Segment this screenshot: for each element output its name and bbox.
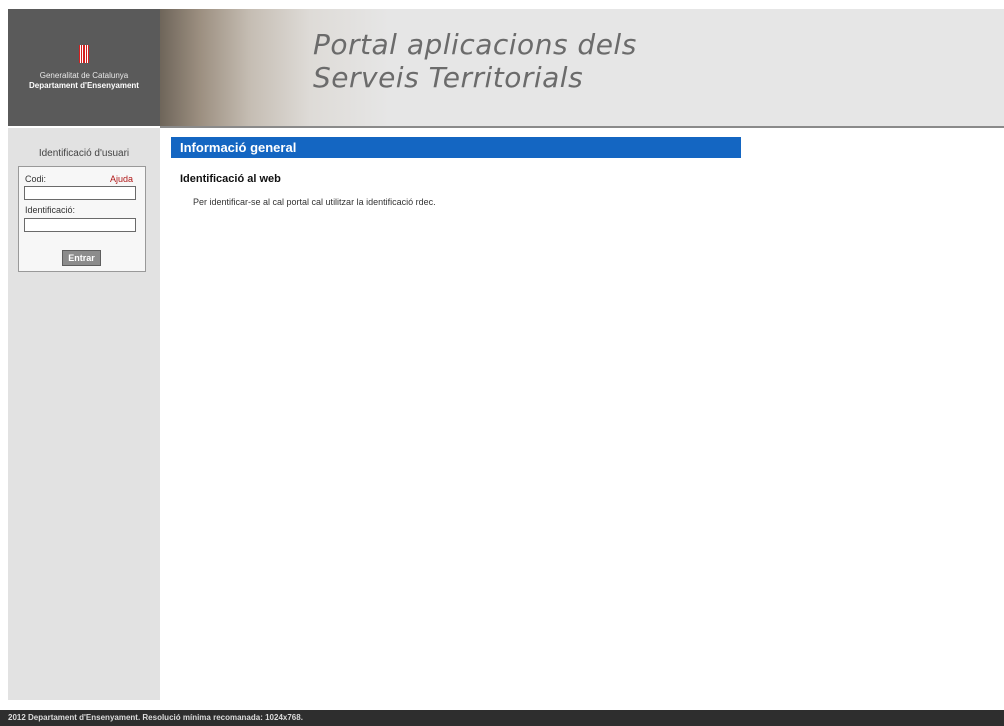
subheading: Identificació al web [180,173,281,185]
section-header: Informació general [171,137,741,158]
generalitat-logo[interactable]: Generalitat de Catalunya Departament d'E… [8,9,160,126]
portal-title-line2: Serveis Territorials [313,61,584,94]
portal-title-line1: Portal aplicacions dels [313,28,637,61]
code-label: Codi: [25,174,47,184]
section-title: Informació general [180,140,297,155]
footer: 2012 Departament d'Ensenyament. Resoluci… [0,710,1004,726]
header-divider [160,126,1004,128]
identification-label: Identificació: [25,205,76,215]
footer-text: 2012 Departament d'Ensenyament. Resoluci… [8,713,303,722]
help-link[interactable]: Ajuda [110,174,133,184]
info-text: Per identificar-se al cal portal cal uti… [193,197,436,207]
code-input[interactable] [24,186,136,200]
logo-department-name: Departament d'Ensenyament [29,80,139,90]
login-form: Codi: Ajuda Identificació: Entrar [18,166,146,272]
header-banner: Portal aplicacions dels Serveis Territor… [160,9,1004,126]
enter-button[interactable]: Entrar [62,250,101,266]
portal-title: Portal aplicacions dels Serveis Territor… [313,28,637,94]
login-title: Identificació d'usuari [38,148,130,159]
catalan-flag-icon [79,44,89,63]
page: Generalitat de Catalunya Departament d'E… [0,0,1004,726]
identification-input[interactable] [24,218,136,232]
logo-government-name: Generalitat de Catalunya [39,70,129,80]
sidebar: Identificació d'usuari Codi: Ajuda Ident… [8,128,160,700]
